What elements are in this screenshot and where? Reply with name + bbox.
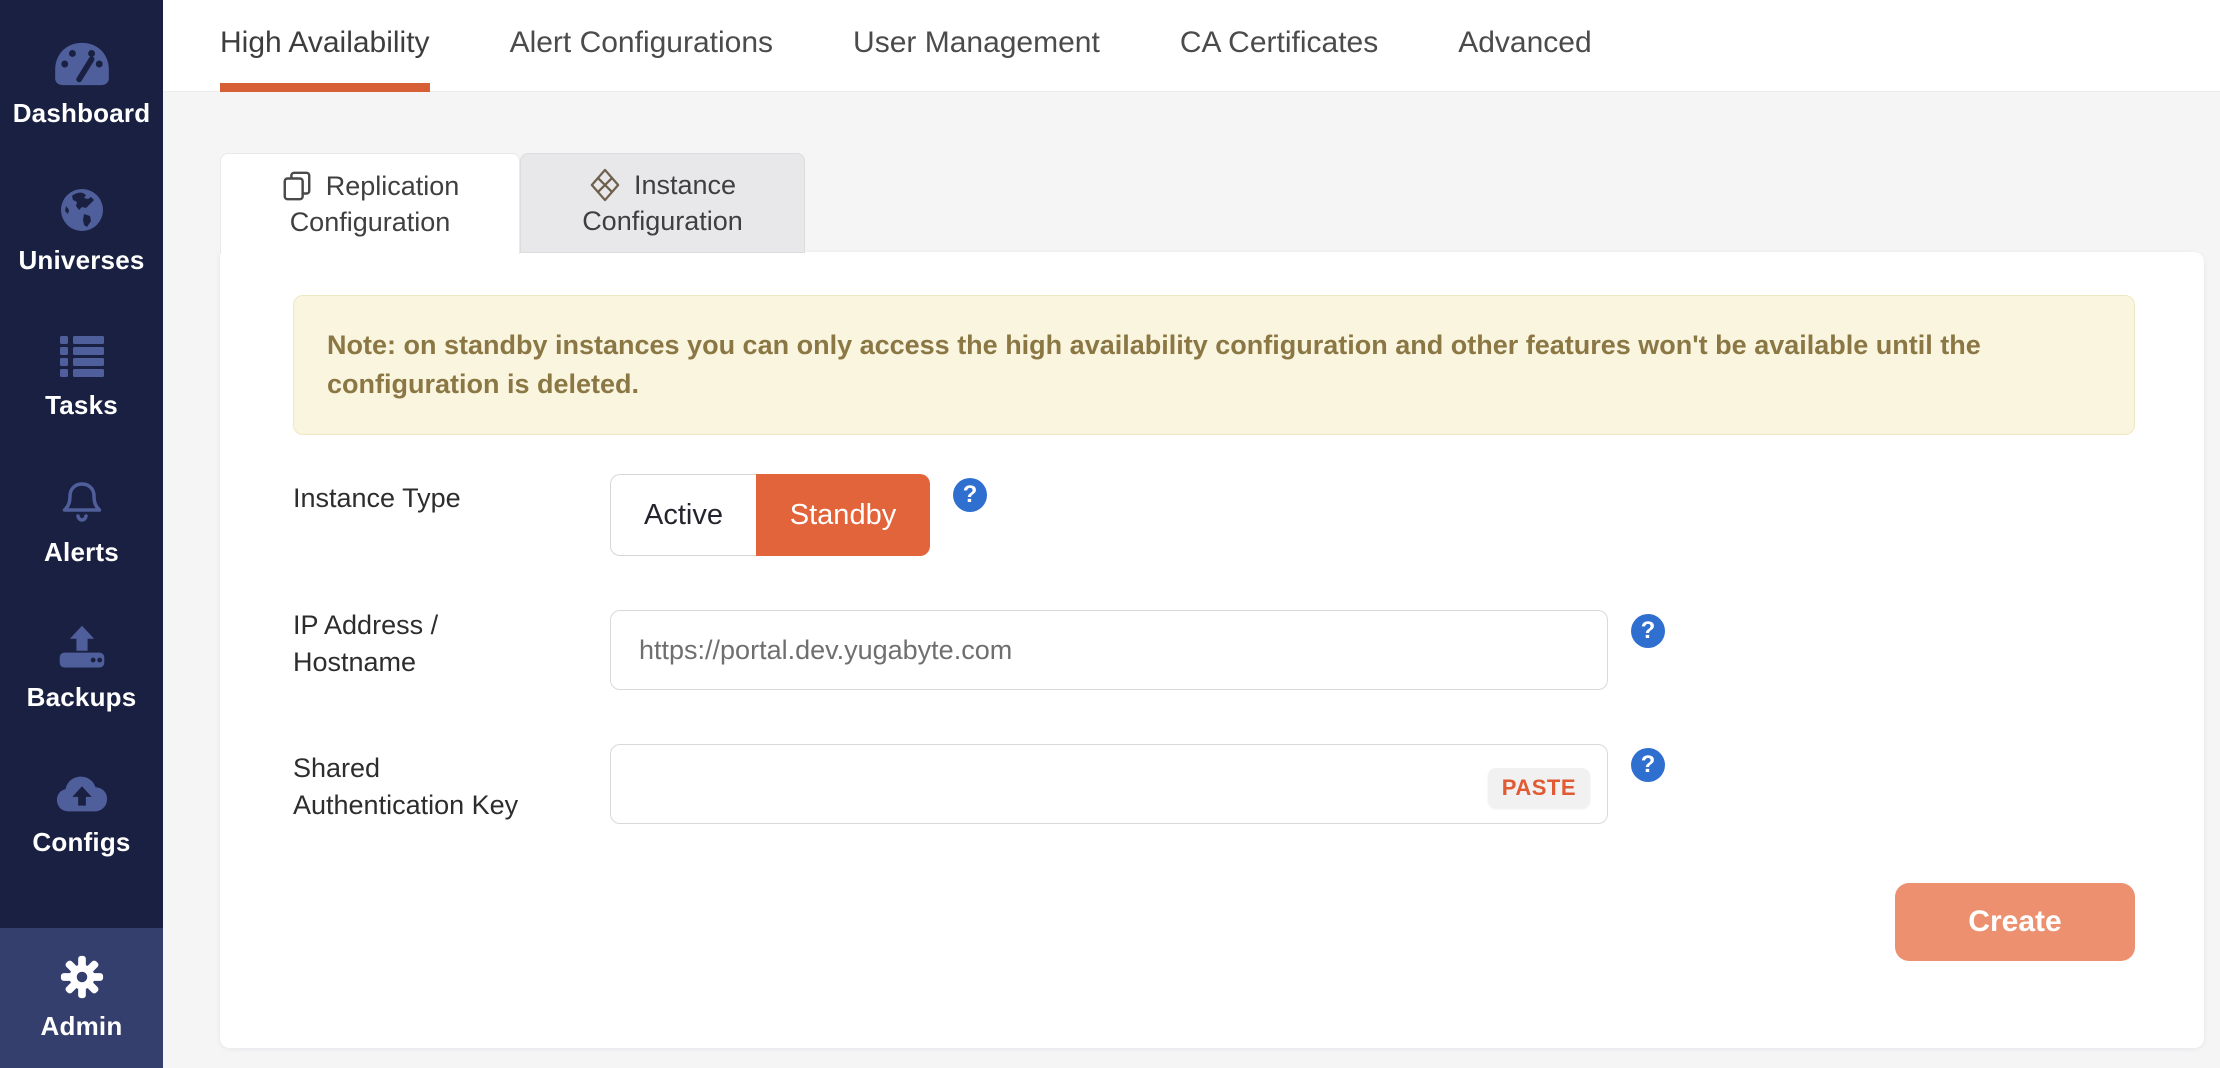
- app-window: Dashboard Universes Tasks: [0, 0, 2220, 1068]
- standby-note: Note: on standby instances you can only …: [293, 295, 2135, 435]
- sidebar-item-tasks[interactable]: Tasks: [0, 304, 163, 450]
- sidebar-item-label: Configs: [32, 827, 130, 858]
- shared-key-field: PASTE: [610, 744, 1608, 824]
- shared-key-input[interactable]: [610, 744, 1608, 824]
- sidebar-item-alerts[interactable]: Alerts: [0, 450, 163, 596]
- cloud-upload-icon: [55, 772, 109, 816]
- tab-high-availability[interactable]: High Availability: [220, 0, 430, 92]
- sidebar-item-admin[interactable]: Admin: [0, 928, 163, 1068]
- instance-type-active-button[interactable]: Active: [610, 474, 756, 556]
- ip-address-help-icon[interactable]: ?: [1631, 614, 1665, 648]
- instance-type-help-icon[interactable]: ?: [953, 478, 987, 512]
- task-list-icon: [58, 333, 106, 379]
- sidebar-item-label: Universes: [18, 245, 144, 276]
- sidebar-item-backups[interactable]: Backups: [0, 596, 163, 742]
- tab-advanced[interactable]: Advanced: [1458, 0, 1591, 92]
- sidebar-item-label: Alerts: [44, 537, 119, 568]
- ip-address-label: IP Address / Hostname: [293, 607, 438, 681]
- globe-icon: [58, 186, 106, 234]
- ha-config-tabs: Replication Configuration Instance Confi…: [220, 153, 805, 254]
- tab-instance-configuration[interactable]: Instance Configuration: [520, 153, 805, 253]
- admin-section-tabs: High Availability Alert Configurations U…: [163, 0, 2220, 92]
- replication-configuration-panel: Note: on standby instances you can only …: [220, 252, 2204, 1048]
- tab-replication-configuration[interactable]: Replication Configuration: [220, 153, 520, 254]
- paste-button[interactable]: PASTE: [1488, 768, 1590, 808]
- sidebar-item-universes[interactable]: Universes: [0, 158, 163, 304]
- sidebar-item-label: Tasks: [45, 390, 118, 421]
- sidebar-item-dashboard[interactable]: Dashboard: [0, 12, 163, 158]
- gauge-icon: [53, 41, 111, 87]
- tab-ca-certificates[interactable]: CA Certificates: [1180, 0, 1378, 92]
- gear-icon: [59, 954, 105, 1000]
- tab-alert-configurations[interactable]: Alert Configurations: [510, 0, 773, 92]
- shared-key-help-icon[interactable]: ?: [1631, 748, 1665, 782]
- instance-type-toggle: Active Standby: [610, 474, 930, 556]
- sidebar-item-label: Admin: [41, 1011, 123, 1042]
- instance-type-label: Instance Type: [293, 480, 461, 517]
- create-button[interactable]: Create: [1895, 883, 2135, 961]
- ip-address-input[interactable]: [610, 610, 1608, 690]
- shared-key-label: Shared Authentication Key: [293, 750, 518, 824]
- instance-type-standby-button[interactable]: Standby: [756, 474, 930, 556]
- upload-drive-icon: [56, 625, 108, 671]
- box-icon: [589, 167, 621, 203]
- sidebar-item-label: Dashboard: [13, 98, 151, 129]
- tab-user-management[interactable]: User Management: [853, 0, 1100, 92]
- sidebar-item-label: Backups: [27, 682, 137, 713]
- bell-icon: [58, 478, 106, 526]
- sidebar: Dashboard Universes Tasks: [0, 0, 163, 1068]
- sidebar-item-configs[interactable]: Configs: [0, 742, 163, 888]
- copy-icon: [281, 170, 313, 202]
